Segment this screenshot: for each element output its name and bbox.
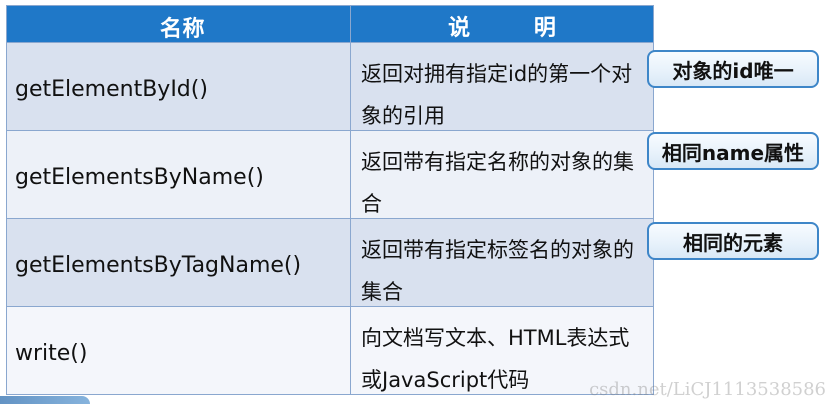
method-name: getElementsByName()	[15, 165, 264, 190]
method-name-cell: getElementById()	[7, 43, 351, 131]
method-name-cell: getElementsByName()	[7, 131, 351, 219]
callout-badge-id-unique: 对象的id唯一	[647, 50, 819, 88]
method-name: write()	[15, 341, 88, 366]
method-name: getElementById()	[15, 77, 208, 102]
method-description-cell: 返回对拥有指定id的第一个对象的引用	[351, 43, 654, 131]
method-description-cell: 返回带有指定名称的对象的集合	[351, 131, 654, 219]
table-row: write() 向文档写文本、HTML表达式或JavaScript代码	[7, 307, 654, 395]
method-description-cell: 返回带有指定标签名的对象的集合	[351, 219, 654, 307]
table-row: getElementsByName() 返回带有指定名称的对象的集合	[7, 131, 654, 219]
method-name-cell: getElementsByTagName()	[7, 219, 351, 307]
corner-decoration	[0, 396, 90, 404]
header-name-label: 名称	[159, 17, 205, 42]
method-description: 返回对拥有指定id的第一个对象的引用	[361, 62, 633, 128]
callout-badge-same-name: 相同name属性	[647, 132, 819, 170]
method-description: 返回带有指定标签名的对象的集合	[361, 238, 634, 304]
method-name-cell: write()	[7, 307, 351, 395]
table-row: getElementsByTagName() 返回带有指定标签名的对象的集合	[7, 219, 654, 307]
watermark: csdn.net/LiCJ1113538586	[589, 379, 826, 400]
table-row: getElementById() 返回对拥有指定id的第一个对象的引用	[7, 43, 654, 131]
methods-table: 名称 说 明 getElementById() 返回对拥有指定id的第一个对象的…	[6, 5, 654, 395]
callout-label: 对象的id唯一	[672, 58, 794, 83]
callout-label: 相同name属性	[661, 140, 805, 165]
method-description: 返回带有指定名称的对象的集合	[361, 150, 634, 216]
header-name-cell: 名称	[7, 6, 351, 43]
method-name: getElementsByTagName()	[15, 253, 302, 278]
header-description-cell: 说 明	[351, 6, 654, 43]
callout-label: 相同的元素	[683, 230, 783, 255]
callout-badge-same-element: 相同的元素	[647, 222, 819, 260]
table-header-row: 名称 说 明	[7, 6, 654, 43]
